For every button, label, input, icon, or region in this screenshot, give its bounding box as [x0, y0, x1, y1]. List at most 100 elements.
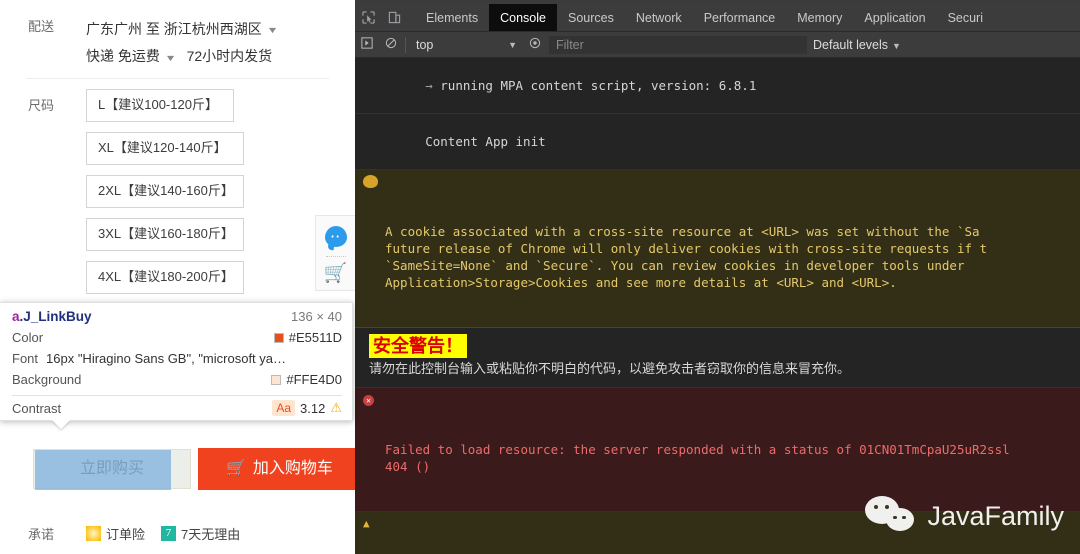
error-icon: ✕: [363, 391, 374, 408]
cart-icon[interactable]: 🛒: [316, 264, 355, 284]
console-context-selector[interactable]: top ▼: [408, 38, 523, 52]
inspect-element-icon[interactable]: [355, 4, 381, 31]
contrast-aa-chip: Aa: [272, 400, 295, 416]
shopping-cart-icon: 🛒: [226, 460, 246, 477]
tab-console[interactable]: Console: [489, 4, 557, 31]
size-option-xl[interactable]: XL【建议120-140斤】: [86, 132, 244, 165]
tab-performance[interactable]: Performance: [693, 4, 787, 31]
cookie-warning-line-2: future release of Chrome will only deliv…: [385, 241, 987, 256]
promise-item-insurance[interactable]: 订单险: [86, 524, 145, 543]
tab-security[interactable]: Securi: [937, 4, 994, 31]
cookie-warning-line-4: Application>Storage>Cookies and see more…: [385, 275, 897, 290]
tooltip-color-value: #E5511D: [289, 328, 342, 347]
add-to-cart-button[interactable]: 🛒 加入购物车: [198, 448, 355, 490]
console-security-warning: 安全警告！ 请勿在此控制台输入或粘贴你不明白的代码，以避免攻击者窃取你的信息来冒…: [355, 328, 1080, 388]
promise-label: 承诺: [0, 524, 86, 543]
promise-seven-day-label: 7天无理由: [181, 524, 240, 543]
tooltip-font-value: 16px "Hiragino Sans GB", "microsoft ya…: [46, 349, 286, 368]
tab-application[interactable]: Application: [853, 4, 936, 31]
add-to-cart-label: 加入购物车: [253, 460, 333, 477]
warning-triangle-icon: ⚠: [330, 400, 342, 416]
console-filter-placeholder: Filter: [556, 38, 584, 52]
console-levels-dropdown[interactable]: Default levels ▼: [813, 38, 909, 52]
size-option-2xl[interactable]: 2XL【建议140-160斤】: [86, 175, 244, 208]
cookie-warning-body: A cookie associated with a cross-site re…: [365, 223, 1074, 291]
tooltip-color-value-group: #E5511D: [274, 328, 342, 347]
tooltip-contrast-row: Contrast Aa 3.12 ⚠: [12, 400, 342, 416]
tooltip-class-name: .J_LinkBuy: [20, 309, 92, 324]
live-expression-icon[interactable]: [523, 37, 547, 52]
console-message-cookie-warning[interactable]: A cookie associated with a cross-site re…: [355, 170, 1080, 328]
promise-insurance-label: 订单险: [106, 524, 145, 543]
devtools-tabbar: Elements Console Sources Network Perform…: [355, 4, 1080, 32]
tooltip-background-value: #FFE4D0: [286, 370, 342, 389]
size-option-l[interactable]: L【建议100-120斤】: [86, 89, 234, 122]
cookie-icon: [363, 173, 378, 191]
size-selector: 尺码 L【建议100-120斤】 XL【建议120-140斤】 2XL【建议14…: [0, 89, 355, 304]
chat-bubble-eyes: ••: [331, 233, 341, 241]
tab-network[interactable]: Network: [625, 4, 693, 31]
order-insurance-icon: [86, 526, 101, 541]
tooltip-color-label: Color: [12, 328, 43, 347]
tooltip-divider: [12, 395, 342, 396]
devtools-panel: Elements Console Sources Network Perform…: [355, 0, 1080, 554]
tooltip-background-row: Background #FFE4D0: [12, 369, 342, 390]
purchase-buttons-row: 立即购买 🛒加入购物车: [0, 444, 355, 494]
clear-console-icon[interactable]: [379, 37, 403, 52]
shipping-from-to[interactable]: 广东广州 至 浙江杭州西湖区 ▼: [86, 14, 355, 43]
chat-bubble-icon[interactable]: ••: [325, 226, 347, 247]
chevron-down-icon-2[interactable]: ▼: [164, 45, 176, 71]
element-inspector-tooltip: a.J_LinkBuy 136 × 40 Color #E5511D Font …: [0, 302, 353, 421]
tooltip-tag-name: a: [12, 309, 20, 324]
tab-sources[interactable]: Sources: [557, 4, 625, 31]
seven-day-icon: 7: [161, 526, 176, 541]
cookie-warning-line-1: A cookie associated with a cross-site re…: [385, 224, 980, 239]
security-warning-description: 请勿在此控制台输入或粘贴你不明白的代码，以避免攻击者窃取你的信息来冒充你。: [369, 358, 1068, 380]
tooltip-header: a.J_LinkBuy 136 × 40: [12, 309, 342, 324]
filterbar-divider-1: [405, 37, 406, 53]
console-message-content-app-init-line-1: Content App init: [425, 134, 545, 149]
promise-row: 承诺 订单险 7 7天无理由: [0, 524, 355, 543]
size-option-4xl[interactable]: 4XL【建议180-200斤】: [86, 261, 244, 294]
tab-memory[interactable]: Memory: [786, 4, 853, 31]
shipping-body: 广东广州 至 浙江杭州西湖区 ▼ 快递 免运费 ▼ 72小时内发货: [86, 14, 355, 71]
size-label: 尺码: [0, 89, 86, 304]
tooltip-selector: a.J_LinkBuy: [12, 309, 92, 324]
tooltip-contrast-value-group: Aa 3.12 ⚠: [272, 400, 342, 416]
warning-triangle-icon: ▲: [363, 515, 370, 532]
tooltip-color-row: Color #E5511D: [12, 327, 342, 348]
tab-elements[interactable]: Elements: [415, 4, 489, 31]
shipping-dispatch-text: 72小时内发货: [187, 48, 273, 64]
console-message-script-version[interactable]: → running MPA content script, version: 6…: [355, 58, 1080, 114]
tooltip-background-label: Background: [12, 370, 81, 389]
promise-item-seven-day[interactable]: 7 7天无理由: [161, 524, 240, 543]
console-context-value: top: [416, 38, 433, 52]
execute-icon[interactable]: [355, 37, 379, 52]
console-message-content-app-init[interactable]: Content App init: [355, 114, 1080, 170]
console-message-list[interactable]: → running MPA content script, version: 6…: [355, 58, 1080, 554]
tooltip-contrast-value: 3.12: [300, 401, 325, 416]
console-filter-input[interactable]: Filter: [549, 36, 807, 54]
shipping-label: 配送: [0, 14, 86, 40]
console-filter-bar: top ▼ Filter Default levels ▼: [355, 32, 1080, 58]
console-message-failed-resource[interactable]: ✕ Failed to load resource: the server re…: [355, 388, 1080, 512]
console-message-mixed-content-1[interactable]: ▲ Mixed Content: The page at 'https://it…: [355, 512, 1080, 554]
shipping-method-line[interactable]: 快递 免运费 ▼ 72小时内发货: [86, 43, 355, 70]
tooltip-contrast-label: Contrast: [12, 401, 61, 416]
failed-resource-line-2: 404 (): [385, 459, 430, 474]
chevron-down-icon-levels: ▼: [892, 41, 901, 51]
console-levels-value: Default levels: [813, 38, 888, 52]
tooltip-dimensions: 136 × 40: [291, 309, 342, 324]
device-toolbar-icon[interactable]: [381, 4, 407, 31]
chevron-down-icon[interactable]: ▼: [266, 17, 278, 43]
console-message-script-version-line-1: running MPA content script, version: 6.8…: [440, 78, 756, 93]
product-page-pane: 配送 广东广州 至 浙江杭州西湖区 ▼ 快递 免运费 ▼ 72小时内发货 尺码 …: [0, 0, 355, 554]
color-swatch: [274, 333, 284, 343]
screenshot-root: 配送 广东广州 至 浙江杭州西湖区 ▼ 快递 免运费 ▼ 72小时内发货 尺码 …: [0, 0, 1080, 554]
cookie-warning-line-3: `SameSite=None` and `Secure`. You can re…: [385, 258, 964, 273]
section-divider: [26, 78, 329, 79]
size-option-3xl[interactable]: 3XL【建议160-180斤】: [86, 218, 244, 251]
floating-dock: •• 🛒: [315, 215, 355, 291]
shipping-from-to-text: 广东广州 至 浙江杭州西湖区: [86, 21, 262, 37]
background-swatch: [271, 375, 281, 385]
